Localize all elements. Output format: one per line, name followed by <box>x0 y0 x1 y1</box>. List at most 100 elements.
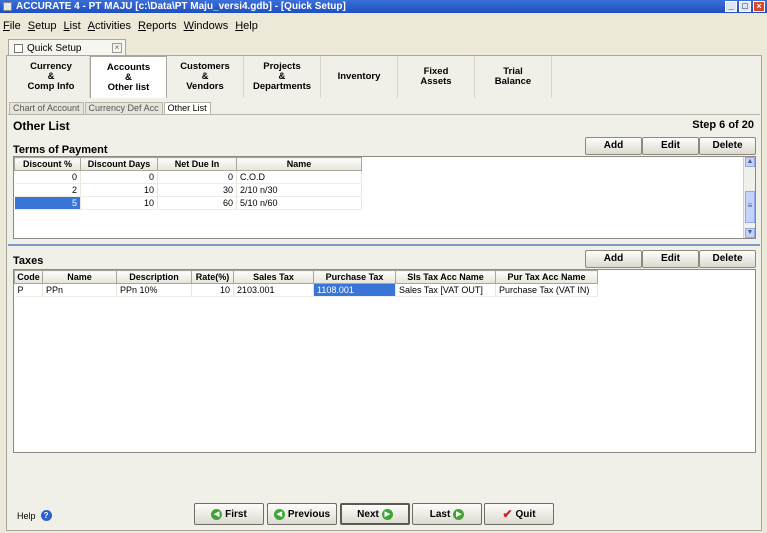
terms-delete-button[interactable]: Delete <box>699 137 756 155</box>
terms-table: Discount % Discount Days Net Due In Name… <box>14 157 362 210</box>
col-rate[interactable]: Rate(%) <box>191 270 234 284</box>
col-discount-days[interactable]: Discount Days <box>80 157 158 171</box>
step-currency[interactable]: Currency & Comp Info <box>13 56 90 98</box>
menu-reports[interactable]: Reports <box>138 20 177 32</box>
terms-grid: Discount % Discount Days Net Due In Name… <box>13 156 756 239</box>
quit-label: Quit <box>515 508 536 520</box>
cell-name[interactable]: 5/10 n/60 <box>236 196 362 210</box>
cell-description[interactable]: PPn 10% <box>116 283 192 297</box>
cell-name[interactable]: 2/10 n/30 <box>236 183 362 197</box>
cell-discount[interactable]: 2 <box>14 183 81 197</box>
taxes-edit-button[interactable]: Edit <box>642 250 699 268</box>
col-sls-tax-acc[interactable]: Sls Tax Acc Name <box>395 270 496 284</box>
maximize-icon[interactable]: □ <box>739 1 751 12</box>
scroll-thumb[interactable]: ≡ <box>745 191 755 223</box>
scroll-down-icon[interactable]: ▼ <box>745 228 755 238</box>
menu-windows[interactable]: Windows <box>184 20 229 32</box>
col-discount-pct[interactable]: Discount % <box>14 157 81 171</box>
step-accounts[interactable]: Accounts & Other list <box>90 56 167 98</box>
scroll-up-icon[interactable]: ▲ <box>745 157 755 167</box>
taxes-add-button[interactable]: Add <box>585 250 642 268</box>
tab-currency-def-acc[interactable]: Currency Def Acc <box>84 102 163 114</box>
arrow-right-icon: ▶ <box>381 508 393 520</box>
col-description[interactable]: Description <box>116 270 192 284</box>
section-splitter[interactable] <box>8 244 760 246</box>
quick-setup-panel: Currency & Comp Info Accounts & Other li… <box>6 55 762 531</box>
cell-name[interactable]: PPn <box>42 283 117 297</box>
document-tab-label: Quick Setup <box>27 42 82 54</box>
cell-days[interactable]: 10 <box>80 183 158 197</box>
menu-setup[interactable]: Setup <box>28 20 57 32</box>
taxes-section-title: Taxes <box>13 255 44 267</box>
title-bar: ACCURATE 4 - PT MAJU [c:\Data\PT Maju_ve… <box>0 0 767 13</box>
table-row[interactable]: P PPn PPn 10% 10 2103.001 1108.001 Sales… <box>14 283 598 297</box>
terms-add-button[interactable]: Add <box>585 137 642 155</box>
menu-bar: File Setup List Activities Reports Windo… <box>0 17 767 35</box>
menu-help[interactable]: Help <box>235 20 258 32</box>
col-pur-tax-acc[interactable]: Pur Tax Acc Name <box>495 270 598 284</box>
help-icon[interactable]: ? <box>40 510 52 521</box>
tab-other-list[interactable]: Other List <box>163 102 211 114</box>
taxes-grid: Code Name Description Rate(%) Sales Tax … <box>13 269 756 453</box>
table-row[interactable]: 0 0 0 C.O.D <box>14 170 362 184</box>
page-title: Other List <box>13 119 70 133</box>
document-icon <box>14 43 23 53</box>
menu-file[interactable]: File <box>3 20 21 32</box>
menu-activities[interactable]: Activities <box>88 20 131 32</box>
last-label: Last <box>429 508 451 520</box>
col-net-due-in[interactable]: Net Due In <box>157 157 237 171</box>
last-button[interactable]: Last ▶ <box>412 503 482 525</box>
cell-discount[interactable]: 0 <box>14 170 81 184</box>
cell-net-due[interactable]: 0 <box>157 170 237 184</box>
cell-sales-tax[interactable]: 2103.001 <box>233 283 314 297</box>
wizard-footer: Help ? ◀ First ◀ Previous Next ▶ Last ▶ … <box>8 496 760 530</box>
next-button[interactable]: Next ▶ <box>340 503 410 525</box>
arrow-left-icon: ◀ <box>273 508 285 520</box>
close-icon[interactable]: × <box>753 1 765 12</box>
document-tab-quick-setup[interactable]: Quick Setup × <box>8 39 126 56</box>
cell-purchase-tax[interactable]: 1108.001 <box>313 283 396 297</box>
step-customers[interactable]: Customers & Vendors <box>167 56 244 98</box>
terms-scrollbar[interactable]: ▲ ≡ ▼ <box>743 157 755 238</box>
menu-list[interactable]: List <box>64 20 81 32</box>
cell-discount[interactable]: 5 <box>14 196 81 210</box>
terms-section-title: Terms of Payment <box>13 144 108 156</box>
cell-sls-tax-acc[interactable]: Sales Tax [VAT OUT] <box>395 283 496 297</box>
taxes-delete-button[interactable]: Delete <box>699 250 756 268</box>
cell-rate[interactable]: 10 <box>191 283 234 297</box>
cell-net-due[interactable]: 60 <box>157 196 237 210</box>
checkmark-icon: ✔ <box>502 507 513 521</box>
step-projects[interactable]: Projects & Departments <box>244 56 321 98</box>
col-sales-tax[interactable]: Sales Tax <box>233 270 314 284</box>
col-term-name[interactable]: Name <box>236 157 362 171</box>
terms-edit-button[interactable]: Edit <box>642 137 699 155</box>
col-purchase-tax[interactable]: Purchase Tax <box>313 270 396 284</box>
col-name[interactable]: Name <box>42 270 117 284</box>
close-tab-icon[interactable]: × <box>112 43 122 53</box>
previous-label: Previous <box>287 508 331 520</box>
first-button[interactable]: ◀ First <box>194 503 264 525</box>
cell-net-due[interactable]: 30 <box>157 183 237 197</box>
step-inventory[interactable]: Inventory <box>321 56 398 98</box>
cell-code[interactable]: P <box>14 283 43 297</box>
quit-button[interactable]: ✔ Quit <box>484 503 554 525</box>
col-code[interactable]: Code <box>14 270 43 284</box>
arrow-left-icon: ◀ <box>211 508 223 520</box>
table-row[interactable]: 2 10 30 2/10 n/30 <box>14 183 362 197</box>
previous-button[interactable]: ◀ Previous <box>267 503 337 525</box>
step-fixed-assets[interactable]: Fixed Assets <box>398 56 475 98</box>
sub-tabs: Chart of Account Currency Def Acc Other … <box>9 102 211 114</box>
arrow-right-icon: ▶ <box>453 508 465 520</box>
help-link[interactable]: Help ? <box>17 510 52 521</box>
minimize-icon[interactable]: _ <box>725 1 737 12</box>
cell-days[interactable]: 0 <box>80 170 158 184</box>
cell-name[interactable]: C.O.D <box>236 170 362 184</box>
setup-steps: Currency & Comp Info Accounts & Other li… <box>13 56 552 98</box>
cell-pur-tax-acc[interactable]: Purchase Tax (VAT IN) <box>495 283 598 297</box>
app-icon <box>3 2 12 11</box>
tab-chart-of-account[interactable]: Chart of Account <box>9 102 84 114</box>
step-indicator: Step 6 of 20 <box>692 119 754 131</box>
table-row-selected[interactable]: 5 10 60 5/10 n/60 <box>14 196 362 210</box>
step-trial-balance[interactable]: Trial Balance <box>475 56 552 98</box>
cell-days[interactable]: 10 <box>80 196 158 210</box>
